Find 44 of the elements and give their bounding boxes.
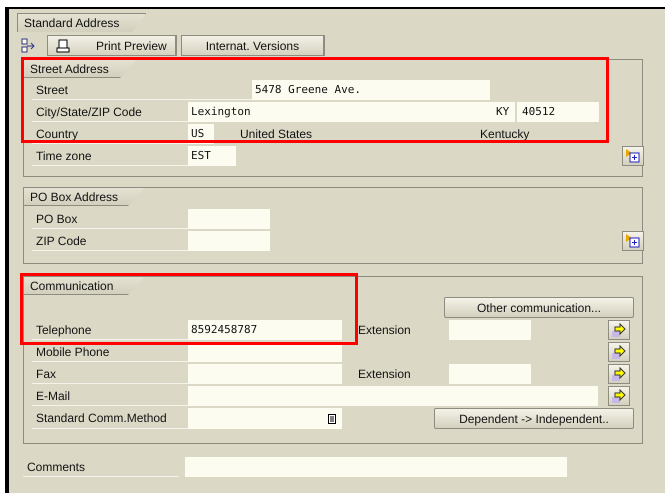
field-label: Mobile Phone [32, 342, 188, 362]
printer-icon [56, 38, 70, 52]
dependent-independent-button[interactable]: Dependent -> Independent.. [434, 408, 634, 429]
details-button[interactable] [622, 231, 644, 251]
details-add-icon [626, 149, 640, 163]
arrow-right-icon [611, 366, 627, 382]
field-label: Extension [358, 366, 412, 383]
country-name: United States [240, 126, 312, 143]
region-name: Kentucky [480, 126, 530, 143]
phone-field[interactable]: 8592458787 [188, 320, 342, 340]
section-title: Communication [24, 277, 144, 295]
field-label: Comments [23, 457, 179, 477]
extension-field[interactable] [449, 364, 531, 384]
list-icon [328, 414, 336, 424]
arrow-button[interactable] [608, 342, 630, 362]
arrow-right-icon [611, 388, 627, 404]
zip-field[interactable]: 40512 [517, 102, 599, 122]
zip-code-field[interactable] [188, 231, 270, 251]
comments-field[interactable] [185, 457, 567, 477]
state-field[interactable]: KY [490, 102, 515, 122]
time-zone-field[interactable]: EST [188, 146, 236, 166]
field-label: Extension [358, 322, 412, 339]
extension-field[interactable] [449, 320, 531, 340]
city-field[interactable]: Lexington [188, 102, 490, 122]
details-button[interactable] [622, 146, 644, 166]
phone-field[interactable] [188, 364, 342, 384]
email-field[interactable] [188, 386, 598, 406]
po-box-field[interactable] [188, 209, 270, 229]
toolbar-button[interactable]: Internat. Versions [180, 35, 326, 56]
arrow-button[interactable] [608, 364, 630, 384]
arrow-button[interactable] [608, 386, 630, 406]
details-add-icon [626, 234, 640, 248]
window-title: Standard Address [17, 13, 146, 32]
field-label: Country [32, 124, 188, 144]
arrow-right-icon [611, 322, 627, 338]
arrow-right-icon [611, 344, 627, 360]
field-label: Street [32, 80, 252, 100]
toolbar-button[interactable]: Print Preview [47, 35, 177, 56]
section-title: Street Address [24, 60, 136, 78]
street-field[interactable]: 5478 Greene Ave. [252, 80, 490, 100]
comm-method-field[interactable] [188, 408, 342, 429]
arrow-button[interactable] [608, 320, 630, 340]
other-communication-button[interactable]: Other communication... [444, 297, 634, 318]
section-title: PO Box Address [24, 188, 144, 206]
